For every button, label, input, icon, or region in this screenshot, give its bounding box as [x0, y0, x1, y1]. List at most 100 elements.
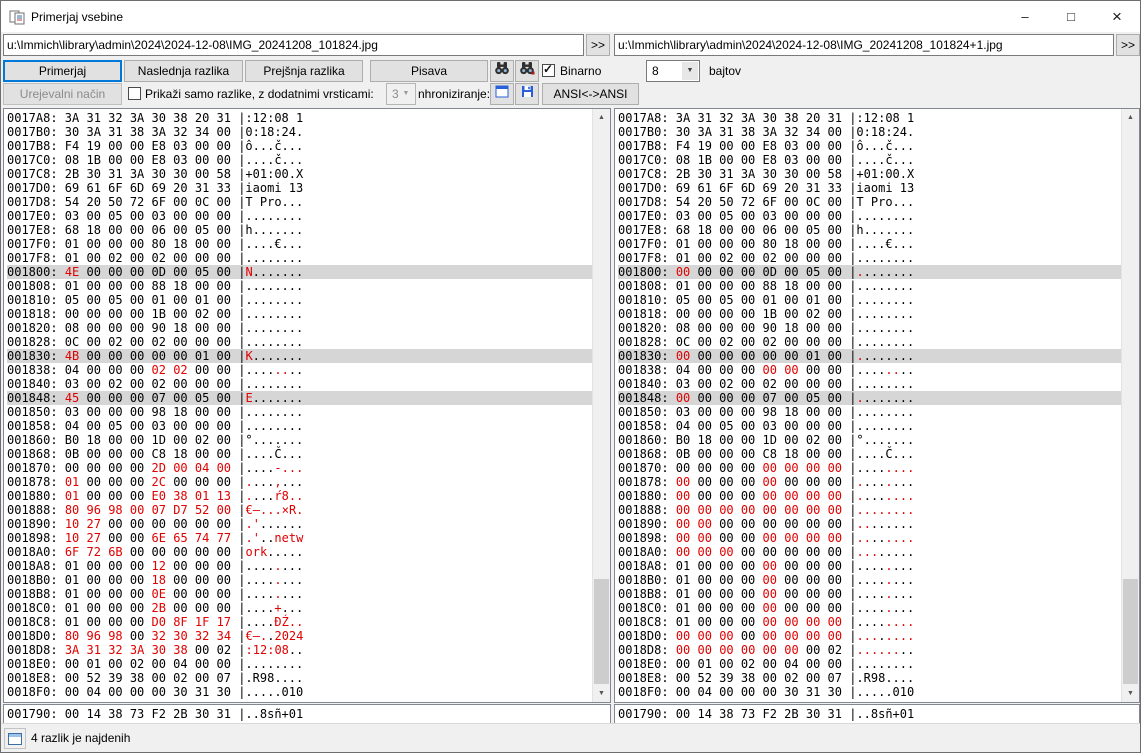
- hex-row[interactable]: 0018C0: 01 00 00 00 00 00 00 00 |.......…: [618, 601, 1122, 615]
- close-button[interactable]: ×: [1094, 1, 1140, 32]
- scroll-down-icon[interactable]: ▼: [593, 685, 610, 702]
- binary-checkbox[interactable]: ✓: [542, 62, 555, 77]
- hex-row[interactable]: 001790: 00 14 38 73 F2 2B 30 31 |..8sñ+0…: [618, 706, 1139, 722]
- save-button[interactable]: [515, 83, 539, 105]
- hex-row[interactable]: 0018B0: 01 00 00 00 00 00 00 00 |.......…: [618, 573, 1122, 587]
- hex-row[interactable]: 001860: B0 18 00 00 1D 00 02 00 |°......…: [7, 433, 593, 447]
- hex-row[interactable]: 0018E0: 00 01 00 02 00 04 00 00 |.......…: [7, 657, 593, 671]
- hex-row[interactable]: 0017D0: 69 61 6F 6D 69 20 31 33 |iaomi 1…: [7, 181, 593, 195]
- hex-row[interactable]: 001818: 00 00 00 00 1B 00 02 00 |.......…: [7, 307, 593, 321]
- show-only-differences-checkbox[interactable]: [128, 87, 141, 100]
- hex-row[interactable]: 001808: 01 00 00 00 88 18 00 00 |.......…: [618, 279, 1122, 293]
- hex-row[interactable]: 001818: 00 00 00 00 1B 00 02 00 |.......…: [618, 307, 1122, 321]
- hex-row[interactable]: 001830: 4B 00 00 00 00 00 01 00 |K......…: [7, 349, 593, 363]
- hex-row[interactable]: 001830: 00 00 00 00 00 00 01 00 |.......…: [618, 349, 1122, 363]
- hex-row[interactable]: 0017C0: 08 1B 00 00 E8 03 00 00 |....č..…: [618, 153, 1122, 167]
- hex-row[interactable]: 001810: 05 00 05 00 01 00 01 00 |.......…: [7, 293, 593, 307]
- hex-row[interactable]: 0018B8: 01 00 00 00 0E 00 00 00 |.......…: [7, 587, 593, 601]
- hex-row[interactable]: 001838: 04 00 00 00 02 02 00 00 |.......…: [7, 363, 593, 377]
- hex-row[interactable]: 001858: 04 00 05 00 03 00 00 00 |.......…: [618, 419, 1122, 433]
- hex-row[interactable]: 001808: 01 00 00 00 88 18 00 00 |.......…: [7, 279, 593, 293]
- scroll-down-icon[interactable]: ▼: [1122, 685, 1139, 702]
- hex-row[interactable]: 0018B0: 01 00 00 00 18 00 00 00 |.......…: [7, 573, 593, 587]
- hex-row[interactable]: 0018D0: 80 96 98 00 32 30 32 34 |€–..202…: [7, 629, 593, 643]
- hex-row[interactable]: 0017D0: 69 61 6F 6D 69 20 31 33 |iaomi 1…: [618, 181, 1122, 195]
- find-next-button[interactable]: [515, 60, 539, 82]
- hex-row[interactable]: 0017F8: 01 00 02 00 02 00 00 00 |.......…: [7, 251, 593, 265]
- sync-scroll-button[interactable]: [490, 83, 514, 105]
- right-scrollbar-thumb[interactable]: [1123, 579, 1138, 684]
- hex-row[interactable]: 001848: 45 00 00 00 07 00 05 00 |E......…: [7, 391, 593, 405]
- right-scrollbar[interactable]: ▲ ▼: [1121, 109, 1139, 702]
- hex-row[interactable]: 0018C8: 01 00 00 00 00 00 00 00 |.......…: [618, 615, 1122, 629]
- right-file-path-input[interactable]: [614, 34, 1114, 56]
- hex-row[interactable]: 001828: 0C 00 02 00 02 00 00 00 |.......…: [7, 335, 593, 349]
- byte-count-combobox[interactable]: 8 ▼: [646, 60, 700, 82]
- hex-row[interactable]: 0017B8: F4 19 00 00 E8 03 00 00 |ô...č..…: [618, 139, 1122, 153]
- ansi-conversion-button[interactable]: ANSI<->ANSI: [542, 83, 639, 105]
- hex-row[interactable]: 0017E0: 03 00 05 00 03 00 00 00 |.......…: [7, 209, 593, 223]
- hex-row[interactable]: 0017D8: 54 20 50 72 6F 00 0C 00 |T Pro..…: [618, 195, 1122, 209]
- hex-row[interactable]: 0017D8: 54 20 50 72 6F 00 0C 00 |T Pro..…: [7, 195, 593, 209]
- hex-row[interactable]: 001820: 08 00 00 00 90 18 00 00 |.......…: [7, 321, 593, 335]
- hex-row[interactable]: 001868: 0B 00 00 00 C8 18 00 00 |....Č..…: [7, 447, 593, 461]
- hex-row[interactable]: 001828: 0C 00 02 00 02 00 00 00 |.......…: [618, 335, 1122, 349]
- hex-row[interactable]: 0018F0: 00 04 00 00 00 30 31 30 |.....01…: [618, 685, 1122, 699]
- hex-row[interactable]: 0018D0: 00 00 00 00 00 00 00 00 |.......…: [618, 629, 1122, 643]
- hex-row[interactable]: 001858: 04 00 05 00 03 00 00 00 |.......…: [7, 419, 593, 433]
- previous-difference-button[interactable]: Prejšnja razlika: [245, 60, 363, 82]
- edit-mode-button[interactable]: Urejevalni način: [3, 83, 122, 105]
- left-scrollbar-thumb[interactable]: [594, 579, 609, 684]
- hex-row[interactable]: 0018A0: 00 00 00 00 00 00 00 00 |.......…: [618, 545, 1122, 559]
- hex-row[interactable]: 001880: 01 00 00 00 E0 38 01 13 |....ŕ8.…: [7, 489, 593, 503]
- hex-row[interactable]: 001868: 0B 00 00 00 C8 18 00 00 |....Č..…: [618, 447, 1122, 461]
- left-scrollbar[interactable]: ▲ ▼: [592, 109, 610, 702]
- hex-row[interactable]: 001848: 00 00 00 00 07 00 05 00 |.......…: [618, 391, 1122, 405]
- hex-row[interactable]: 001860: B0 18 00 00 1D 00 02 00 |°......…: [618, 433, 1122, 447]
- hex-row[interactable]: 001790: 00 14 38 73 F2 2B 30 31 |..8sñ+0…: [7, 706, 610, 722]
- hex-row[interactable]: 001850: 03 00 00 00 98 18 00 00 |.......…: [618, 405, 1122, 419]
- hex-row[interactable]: 0017E8: 68 18 00 00 06 00 05 00 |h......…: [7, 223, 593, 237]
- hex-row[interactable]: 0017A8: 3A 31 32 3A 30 38 20 31 |:12:08 …: [7, 111, 593, 125]
- hex-row[interactable]: 001800: 00 00 00 00 0D 00 05 00 |.......…: [618, 265, 1122, 279]
- left-file-path-input[interactable]: [3, 34, 584, 56]
- hex-row[interactable]: 001898: 00 00 00 00 00 00 00 00 |.......…: [618, 531, 1122, 545]
- hex-row[interactable]: 0018A0: 6F 72 6B 00 00 00 00 00 |ork....…: [7, 545, 593, 559]
- hex-row[interactable]: 0018B8: 01 00 00 00 00 00 00 00 |.......…: [618, 587, 1122, 601]
- right-path-browse-button[interactable]: >>: [1116, 34, 1140, 56]
- hex-row[interactable]: 001878: 01 00 00 00 2C 00 00 00 |....,..…: [7, 475, 593, 489]
- font-button[interactable]: Pisava: [370, 60, 488, 82]
- minimize-button[interactable]: –: [1002, 1, 1048, 32]
- left-path-browse-button[interactable]: >>: [586, 34, 610, 56]
- hex-row[interactable]: 0017C8: 2B 30 31 3A 30 30 00 58 |+01:00.…: [7, 167, 593, 181]
- hex-row[interactable]: 0018A8: 01 00 00 00 12 00 00 00 |.......…: [7, 559, 593, 573]
- hex-row[interactable]: 001840: 03 00 02 00 02 00 00 00 |.......…: [618, 377, 1122, 391]
- hex-row[interactable]: 001800: 4E 00 00 00 0D 00 05 00 |N......…: [7, 265, 593, 279]
- compare-button[interactable]: Primerjaj: [3, 60, 122, 82]
- hex-row[interactable]: 001838: 04 00 00 00 00 00 00 00 |.......…: [618, 363, 1122, 377]
- hex-row[interactable]: 0017F0: 01 00 00 00 80 18 00 00 |....€..…: [618, 237, 1122, 251]
- hex-row[interactable]: 0017C0: 08 1B 00 00 E8 03 00 00 |....č..…: [7, 153, 593, 167]
- hex-row[interactable]: 001870: 00 00 00 00 2D 00 04 00 |....-..…: [7, 461, 593, 475]
- hex-row[interactable]: 0017E0: 03 00 05 00 03 00 00 00 |.......…: [618, 209, 1122, 223]
- hex-row[interactable]: 0017A8: 3A 31 32 3A 30 38 20 31 |:12:08 …: [618, 111, 1122, 125]
- hex-row[interactable]: 001878: 00 00 00 00 00 00 00 00 |.......…: [618, 475, 1122, 489]
- hex-row[interactable]: 0018E8: 00 52 39 38 00 02 00 07 |.R98...…: [618, 671, 1122, 685]
- hex-row[interactable]: 001870: 00 00 00 00 00 00 00 00 |.......…: [618, 461, 1122, 475]
- hex-row[interactable]: 001820: 08 00 00 00 90 18 00 00 |.......…: [618, 321, 1122, 335]
- hex-row[interactable]: 0018F0: 00 04 00 00 00 30 31 30 |.....01…: [7, 685, 593, 699]
- hex-row[interactable]: 0017C8: 2B 30 31 3A 30 30 00 58 |+01:00.…: [618, 167, 1122, 181]
- hex-row[interactable]: 001810: 05 00 05 00 01 00 01 00 |.......…: [618, 293, 1122, 307]
- hex-row[interactable]: 0017B0: 30 3A 31 38 3A 32 34 00 |0:18:24…: [618, 125, 1122, 139]
- hex-row[interactable]: 0017F8: 01 00 02 00 02 00 00 00 |.......…: [618, 251, 1122, 265]
- hex-row[interactable]: 0017E8: 68 18 00 00 06 00 05 00 |h......…: [618, 223, 1122, 237]
- hex-row[interactable]: 0018E0: 00 01 00 02 00 04 00 00 |.......…: [618, 657, 1122, 671]
- hex-row[interactable]: 001888: 80 96 98 00 07 D7 52 00 |€–...×R…: [7, 503, 593, 517]
- hex-row[interactable]: 0018E8: 00 52 39 38 00 02 00 07 |.R98...…: [7, 671, 593, 685]
- hex-row[interactable]: 0017F0: 01 00 00 00 80 18 00 00 |....€..…: [7, 237, 593, 251]
- hex-row[interactable]: 0017B0: 30 3A 31 38 3A 32 34 00 |0:18:24…: [7, 125, 593, 139]
- extra-lines-combobox[interactable]: 3 ▼: [386, 83, 416, 105]
- hex-row[interactable]: 0018C0: 01 00 00 00 2B 00 00 00 |....+..…: [7, 601, 593, 615]
- hex-row[interactable]: 0018C8: 01 00 00 00 D0 8F 1F 17 |....ĐŹ.…: [7, 615, 593, 629]
- hex-row[interactable]: 0018D8: 3A 31 32 3A 30 38 00 02 |:12:08.…: [7, 643, 593, 657]
